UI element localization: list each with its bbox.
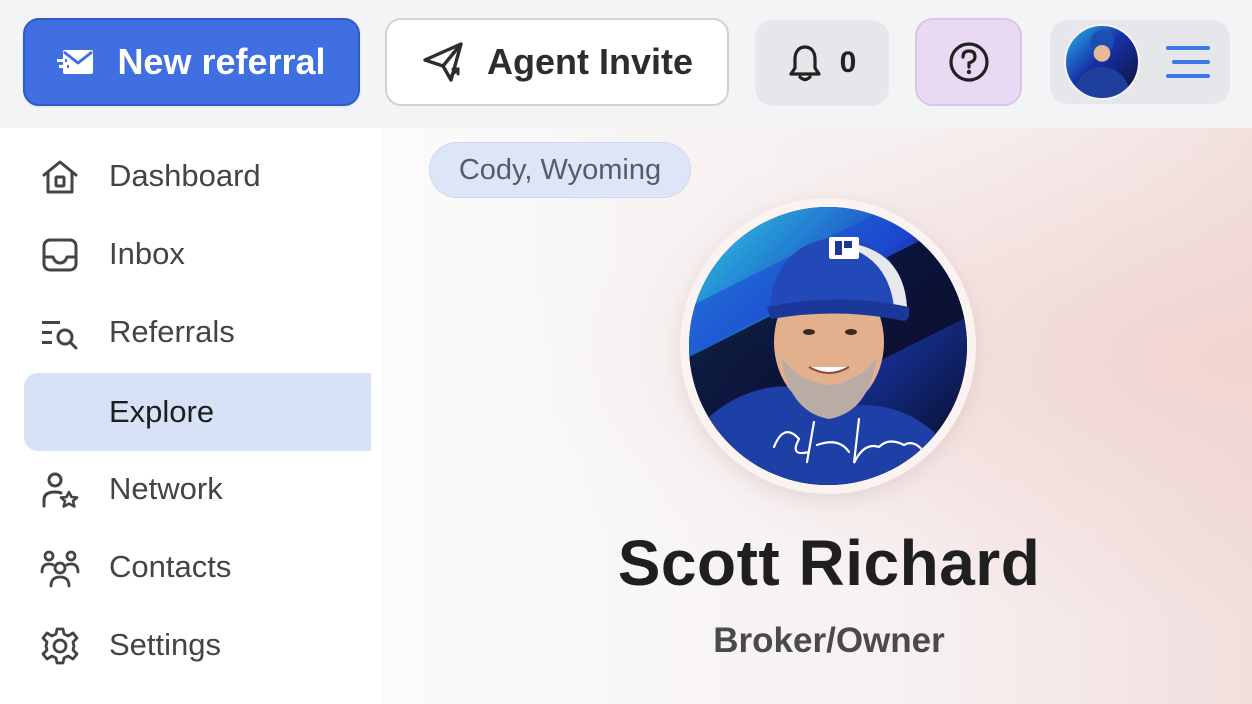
profile-menu-button[interactable] [1050,20,1230,104]
sidebar: Dashboard Inbox Referrals Explore Networ… [0,128,382,704]
sidebar-item-referrals[interactable]: Referrals [24,293,371,371]
sidebar-item-inbox[interactable]: Inbox [24,215,371,293]
agent-invite-button[interactable]: Agent Invite [385,18,729,106]
sidebar-item-contacts[interactable]: Contacts [24,528,371,606]
sidebar-item-explore[interactable]: Explore [24,373,371,451]
question-circle-icon [948,42,989,82]
profile-avatar [680,198,976,494]
sidebar-item-label: Settings [109,627,222,662]
new-referral-button[interactable]: New referral [23,18,360,106]
bell-icon [789,45,821,82]
new-referral-label: New referral [117,41,326,82]
gear-icon [41,627,79,665]
paper-plane-icon [423,42,463,82]
notification-count: 0 [839,46,857,79]
user-star-icon [42,472,79,508]
sidebar-item-label: Referrals [109,314,235,349]
location-badge: Cody, Wyoming [429,142,691,198]
profile-photo [689,207,967,485]
inbox-icon [42,238,78,272]
users-group-icon [40,550,80,588]
hamburger-menu-icon[interactable] [1166,44,1210,80]
top-bar: New referral Agent Invite 0 [0,0,1252,128]
sidebar-item-network[interactable]: Network [24,450,371,528]
avatar[interactable] [1064,24,1140,100]
help-button[interactable] [915,18,1022,106]
home-icon [42,160,78,194]
sidebar-item-label: Explore [109,394,215,429]
profile-panel: Cody, Wyoming Scott Richard Broker/Owner [382,128,1252,704]
mail-send-icon [57,50,94,74]
sidebar-item-dashboard[interactable]: Dashboard [24,137,371,215]
sidebar-item-label: Contacts [109,549,232,584]
profile-name: Scott Richard [617,527,1041,599]
sidebar-item-label: Inbox [109,236,185,271]
sidebar-item-settings[interactable]: Settings [24,606,371,684]
sidebar-item-label: Network [109,471,223,506]
profile-role: Broker/Owner [713,621,945,660]
sidebar-item-label: Dashboard [109,158,261,193]
notifications-button[interactable]: 0 [755,20,889,106]
agent-invite-label: Agent Invite [486,41,693,82]
list-search-icon [42,321,78,350]
